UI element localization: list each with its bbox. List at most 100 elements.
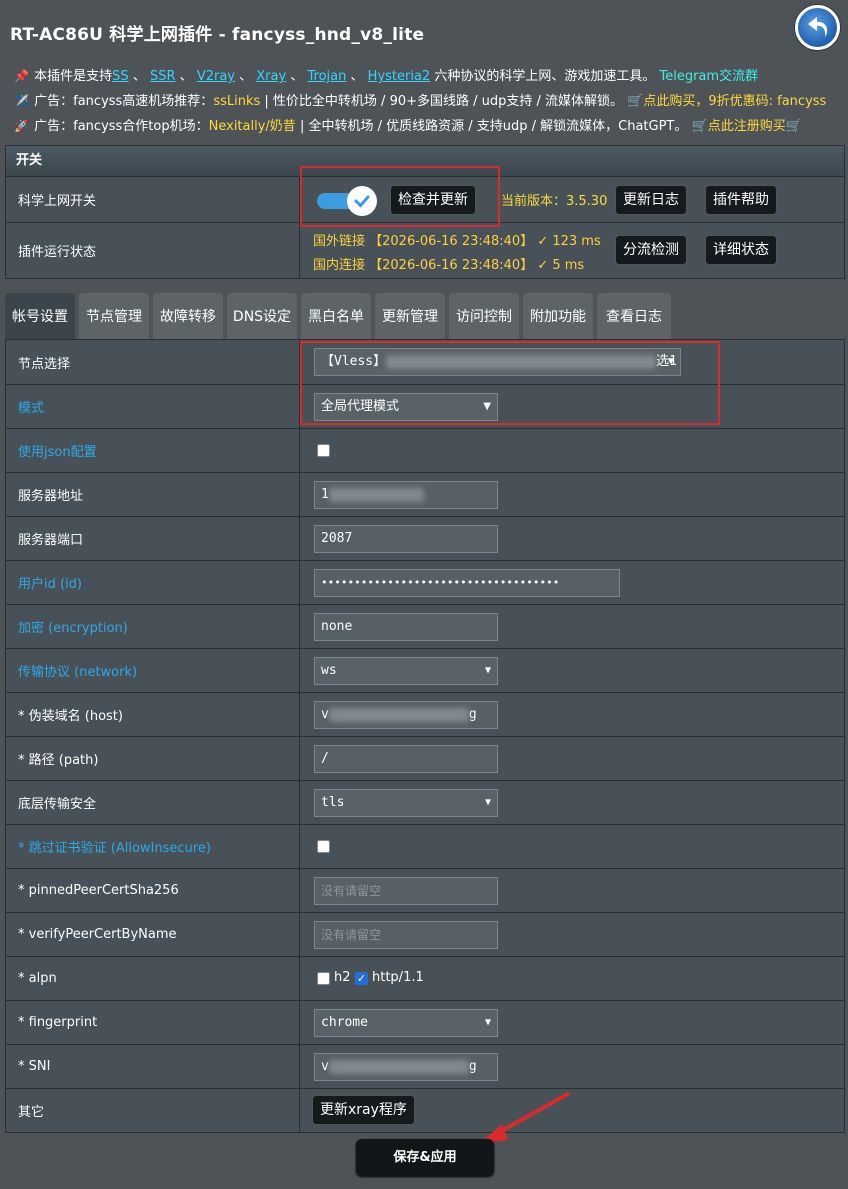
- tab-blackwhite[interactable]: 黑白名单: [301, 293, 371, 339]
- path-label: * 路径 (path): [6, 737, 300, 780]
- sni-cell: vg: [301, 1045, 844, 1088]
- redacted-text: [328, 487, 424, 502]
- host-suffix: g: [468, 707, 477, 722]
- info-text: 本插件是支持: [34, 69, 113, 84]
- switch-section: 开关 科学上网开关 检查并更新 当前版本：3.5.30 更新日志 插件帮助 插件…: [5, 145, 845, 279]
- telegram-link[interactable]: Telegram交流群: [660, 69, 759, 84]
- node-cell: 【Vless】 选1 ▼: [301, 340, 844, 384]
- form-row-uuid: 用户id (id) ••••••••••••••••••••••••••••••…: [6, 560, 844, 604]
- plane-icon: ✈️: [14, 94, 29, 108]
- link-ssr[interactable]: SSR: [150, 69, 176, 84]
- sni-label: * SNI: [6, 1045, 300, 1088]
- alpn-http11-checkbox[interactable]: ✓: [355, 972, 368, 985]
- encryption-cell: none: [301, 605, 844, 648]
- form-row-verify: * verifyPeerCertByName 没有请留空: [6, 912, 844, 956]
- mode-select[interactable]: 全局代理模式 ▼: [314, 393, 498, 421]
- path-cell: /: [301, 737, 844, 780]
- node-type: 【Vless】: [321, 354, 387, 369]
- pinned-label: * pinnedPeerCertSha256: [6, 869, 300, 912]
- json-checkbox[interactable]: [317, 444, 330, 457]
- fingerprint-value: chrome: [321, 1015, 368, 1030]
- switch-cell: 检查并更新 当前版本：3.5.30 更新日志 插件帮助: [301, 177, 844, 222]
- host-prefix: v: [321, 707, 329, 722]
- tab-dns[interactable]: DNS设定: [227, 293, 297, 339]
- rocket-icon: 🚀: [14, 119, 29, 133]
- pin-icon: 📌: [14, 69, 29, 83]
- port-input[interactable]: 2087: [314, 525, 498, 553]
- info-text: 六种协议的科学上网、游戏加速工具。: [434, 69, 656, 84]
- form-row-pinned: * pinnedPeerCertSha256 没有请留空: [6, 868, 844, 912]
- alpn-cell: h2 ✓ http/1.1: [301, 957, 844, 1000]
- link-ss[interactable]: SS: [112, 69, 129, 84]
- status-label: 插件运行状态: [6, 223, 300, 278]
- tab-log[interactable]: 查看日志: [597, 293, 671, 339]
- node-label: 节点选择: [6, 340, 300, 384]
- tab-failover[interactable]: 故障转移: [153, 293, 223, 339]
- separator: 、: [350, 69, 364, 84]
- changelog-button[interactable]: 更新日志: [615, 185, 687, 215]
- form-row-security: 底层传输安全 tls ▼: [6, 780, 844, 824]
- form-row-other: 其它 更新xray程序: [6, 1088, 844, 1132]
- register-link[interactable]: 点此注册购买: [708, 119, 786, 134]
- sslinks-brand[interactable]: ssLinks: [213, 94, 260, 109]
- verify-cell: 没有请留空: [301, 913, 844, 956]
- separator: 、: [239, 69, 253, 84]
- network-value: ws: [321, 663, 337, 678]
- update-xray-button[interactable]: 更新xray程序: [312, 1095, 415, 1125]
- save-apply-button[interactable]: 保存&应用: [356, 1139, 494, 1176]
- switch-row: 科学上网开关 检查并更新 当前版本：3.5.30 更新日志 插件帮助: [6, 176, 844, 222]
- pinned-input[interactable]: 没有请留空: [314, 877, 498, 905]
- redacted-text: [328, 707, 469, 722]
- tab-update[interactable]: 更新管理: [375, 293, 445, 339]
- account-form: 节点选择 【Vless】 选1 ▼ 模式 全局代理模式 ▼ 使用json配置 服务…: [5, 339, 845, 1133]
- info-line-ad2: 🚀 广告：fancyss合作top机场：Nexitally/奶昔 | 全中转机场…: [14, 115, 802, 135]
- page-title: RT-AC86U 科学上网插件 - fancyss_hnd_v8_lite: [10, 25, 425, 45]
- encryption-input[interactable]: none: [314, 613, 498, 641]
- check-update-button[interactable]: 检查并更新: [390, 185, 476, 215]
- node-select[interactable]: 【Vless】 选1 ▼: [314, 348, 681, 376]
- encryption-label: 加密 (encryption): [6, 605, 300, 648]
- fingerprint-cell: chrome ▼: [301, 1001, 844, 1044]
- tab-nodes[interactable]: 节点管理: [79, 293, 149, 339]
- verify-input[interactable]: 没有请留空: [314, 921, 498, 949]
- mode-label: 模式: [6, 385, 300, 428]
- buy-link[interactable]: 点此购买，9折优惠码: fancyss: [643, 94, 826, 109]
- back-button[interactable]: [795, 5, 840, 50]
- form-row-alpn: * alpn h2 ✓ http/1.1: [6, 956, 844, 1000]
- alpn-h2-checkbox[interactable]: [317, 972, 330, 985]
- path-input[interactable]: /: [314, 745, 498, 773]
- uuid-input[interactable]: ••••••••••••••••••••••••••••••••••••: [314, 569, 620, 597]
- chevron-down-icon: ▼: [667, 356, 674, 367]
- insecure-checkbox[interactable]: [317, 840, 330, 853]
- pinned-cell: 没有请留空: [301, 869, 844, 912]
- link-hysteria2[interactable]: Hysteria2: [368, 69, 431, 84]
- security-select[interactable]: tls ▼: [314, 789, 498, 817]
- form-row-sni: * SNI vg: [6, 1044, 844, 1088]
- network-select[interactable]: ws ▼: [314, 657, 498, 685]
- tab-access[interactable]: 访问控制: [449, 293, 519, 339]
- proxy-toggle[interactable]: [317, 185, 377, 216]
- uuid-cell: ••••••••••••••••••••••••••••••••••••: [301, 561, 844, 604]
- security-value: tls: [321, 795, 345, 810]
- split-check-button[interactable]: 分流检测: [615, 235, 687, 265]
- help-button[interactable]: 插件帮助: [705, 185, 777, 215]
- separator: 、: [132, 69, 146, 84]
- detail-status-button[interactable]: 详细状态: [705, 235, 777, 265]
- link-trojan[interactable]: Trojan: [308, 69, 347, 84]
- security-label: 底层传输安全: [6, 781, 300, 824]
- sni-input[interactable]: vg: [314, 1053, 498, 1081]
- fingerprint-select[interactable]: chrome ▼: [314, 1009, 498, 1037]
- alpn-http11-label: http/1.1: [372, 970, 424, 985]
- tab-extra[interactable]: 附加功能: [523, 293, 593, 339]
- back-arrow-icon: [807, 16, 827, 37]
- switch-label: 科学上网开关: [6, 177, 300, 222]
- tab-account[interactable]: 帐号设置: [5, 293, 75, 339]
- redacted-text: [328, 1059, 469, 1074]
- server-input[interactable]: 1: [314, 481, 498, 509]
- link-xray[interactable]: Xray: [256, 69, 286, 84]
- host-input[interactable]: vg: [314, 701, 498, 729]
- status-cell: 国外链接 【2026-06-16 23:48:40】 ✓ 123 ms 国内连接…: [301, 223, 844, 278]
- alpn-label: * alpn: [6, 957, 300, 1000]
- nexitally-brand[interactable]: Nexitally/奶昔: [209, 119, 296, 134]
- link-v2ray[interactable]: V2ray: [197, 69, 235, 84]
